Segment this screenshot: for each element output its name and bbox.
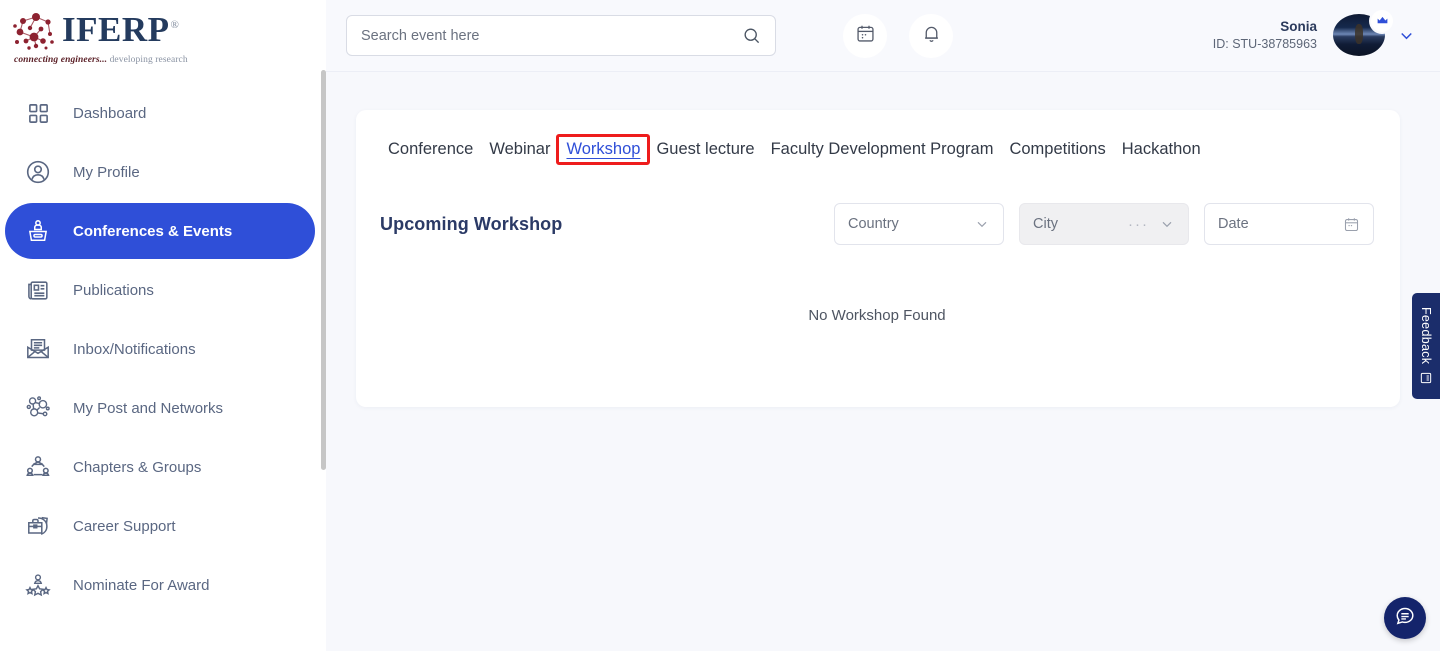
- tab-conference[interactable]: Conference: [380, 140, 481, 159]
- bell-icon: [921, 23, 942, 49]
- group-icon: [21, 450, 55, 484]
- user-circle-icon: [21, 155, 55, 189]
- sidebar-item-label: Chapters & Groups: [73, 459, 201, 476]
- award-icon: [21, 568, 55, 602]
- sidebar-item-chapters-groups[interactable]: Chapters & Groups: [5, 439, 315, 495]
- chevron-down-icon: [974, 216, 990, 232]
- sidebar-item-my-post-and-networks[interactable]: My Post and Networks: [5, 380, 315, 436]
- event-type-tabs: Conference Webinar Workshop Guest lectur…: [380, 140, 1374, 159]
- tab-guest-lecture[interactable]: Guest lecture: [648, 140, 762, 159]
- page-title: Upcoming Workshop: [380, 214, 562, 235]
- city-filter[interactable]: City ···: [1019, 203, 1189, 245]
- search-bar[interactable]: [346, 15, 776, 56]
- sidebar-item-publications[interactable]: Publications: [5, 262, 315, 318]
- country-filter[interactable]: Country: [834, 203, 1004, 245]
- feedback-tab[interactable]: Feedback: [1412, 293, 1440, 399]
- app-root: IFERP® connecting engineers... developin…: [0, 0, 1440, 651]
- sidebar: IFERP® connecting engineers... developin…: [0, 0, 326, 651]
- calendar-button[interactable]: [843, 14, 887, 58]
- sidebar-item-label: Career Support: [73, 518, 176, 535]
- chevron-down-icon: [1159, 216, 1175, 232]
- chevron-down-icon[interactable]: [1397, 26, 1416, 45]
- empty-state-message: No Workshop Found: [380, 307, 1374, 324]
- iferp-molecule-logo-icon: [10, 8, 62, 52]
- user-name: Sonia: [1213, 18, 1317, 36]
- envelope-icon: [21, 332, 55, 366]
- events-card: Conference Webinar Workshop Guest lectur…: [356, 110, 1400, 407]
- sidebar-item-label: Inbox/Notifications: [73, 341, 196, 358]
- sidebar-item-label: Dashboard: [73, 105, 146, 122]
- main-area: Sonia ID: STU-38785963: [326, 0, 1440, 651]
- notifications-button[interactable]: [909, 14, 953, 58]
- date-filter[interactable]: Date: [1204, 203, 1374, 245]
- sidebar-item-label: My Post and Networks: [73, 400, 223, 417]
- tab-webinar[interactable]: Webinar: [481, 140, 558, 159]
- sidebar-item-career-support[interactable]: Career Support: [5, 498, 315, 554]
- registered-mark: ®: [171, 19, 180, 31]
- sidebar-item-inbox-notifications[interactable]: Inbox/Notifications: [5, 321, 315, 377]
- filters: Country City ···: [834, 203, 1374, 245]
- tab-competitions[interactable]: Competitions: [1001, 140, 1113, 159]
- newspaper-icon: [21, 273, 55, 307]
- sidebar-item-conferences-events[interactable]: Conferences & Events: [5, 203, 315, 259]
- sidebar-nav: Dashboard My Profile: [0, 72, 326, 613]
- podium-icon: [21, 214, 55, 248]
- section-header-row: Upcoming Workshop Country City: [380, 203, 1374, 245]
- sidebar-item-my-profile[interactable]: My Profile: [5, 144, 315, 200]
- country-filter-label: Country: [848, 216, 974, 232]
- brand-logo[interactable]: IFERP® connecting engineers... developin…: [0, 0, 326, 72]
- feedback-label: Feedback: [1419, 307, 1433, 364]
- chat-bubble-icon: [1394, 605, 1416, 632]
- date-filter-label: Date: [1218, 216, 1343, 232]
- tab-hackathon[interactable]: Hackathon: [1114, 140, 1209, 159]
- user-menu[interactable]: Sonia ID: STU-38785963: [1213, 14, 1416, 58]
- crown-icon: [1371, 10, 1393, 32]
- search-input[interactable]: [361, 28, 742, 44]
- grid-icon: [21, 96, 55, 130]
- feedback-note-icon: [1419, 371, 1433, 385]
- calendar-icon: [1343, 216, 1360, 233]
- brand-tagline: connecting engineers... developing resea…: [14, 55, 188, 65]
- sidebar-item-label: Conferences & Events: [73, 223, 232, 240]
- search-icon[interactable]: [742, 26, 761, 45]
- top-header: Sonia ID: STU-38785963: [326, 0, 1440, 72]
- briefcase-icon: [21, 509, 55, 543]
- network-icon: [21, 391, 55, 425]
- sidebar-item-label: Publications: [73, 282, 154, 299]
- user-id: ID: STU-38785963: [1213, 36, 1317, 53]
- sidebar-item-dashboard[interactable]: Dashboard: [5, 85, 315, 141]
- user-info: Sonia ID: STU-38785963: [1213, 18, 1317, 53]
- sidebar-item-nominate-for-award[interactable]: Nominate For Award: [5, 557, 315, 613]
- avatar[interactable]: [1333, 14, 1391, 58]
- calendar-icon: [855, 23, 876, 49]
- sidebar-item-label: My Profile: [73, 164, 140, 181]
- content-area: Conference Webinar Workshop Guest lectur…: [326, 72, 1440, 651]
- loading-dots-icon: ···: [1128, 216, 1149, 233]
- sidebar-item-label: Nominate For Award: [73, 577, 209, 594]
- chat-button[interactable]: [1384, 597, 1426, 639]
- brand-name: IFERP®: [62, 12, 179, 47]
- tab-faculty-development-program[interactable]: Faculty Development Program: [763, 140, 1002, 159]
- city-filter-label: City: [1033, 216, 1128, 232]
- tab-workshop[interactable]: Workshop: [558, 140, 648, 159]
